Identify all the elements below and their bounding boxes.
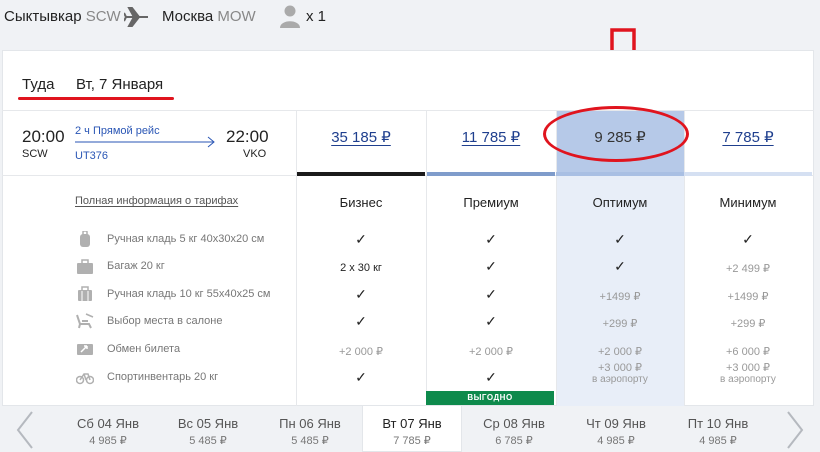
flight-arrow-icon xyxy=(75,136,215,148)
origin-city: Сыктывкар xyxy=(4,8,82,25)
sport-price-optimum: +3 000 ₽ xyxy=(597,362,642,374)
plane-icon xyxy=(124,7,148,27)
feature-value: +1499 ₽ xyxy=(727,291,769,303)
sport-note-minimum: в аэропорту xyxy=(720,374,776,385)
feature-value: ✓ xyxy=(485,369,497,385)
date-price: 6 785 ₽ xyxy=(495,435,533,447)
minimum-bar xyxy=(684,172,812,176)
feature-value: +299 ₽ xyxy=(602,318,638,330)
feature-value: 2 x 30 кг xyxy=(340,262,382,274)
feature-value: ✓ xyxy=(485,286,497,302)
feature-label: Обмен билета xyxy=(107,343,181,355)
bicycle-icon xyxy=(76,373,94,385)
feature-value: ✓ xyxy=(485,258,497,274)
full-info-link[interactable]: Полная информация о тарифах xyxy=(75,195,238,207)
feature-value: ✓ xyxy=(614,231,626,247)
feature-value: +299 ₽ xyxy=(730,318,766,330)
date-item[interactable]: Пн 06 Янв 5 485 ₽ xyxy=(260,406,360,452)
feature-label: Ручная кладь 5 кг 40x30x20 см xyxy=(107,233,265,245)
feature-value: ✓ xyxy=(355,369,367,385)
best-value-badge: ВЫГОДНО xyxy=(426,391,554,405)
date-label: Пт 10 Янв xyxy=(687,416,749,431)
tariff-name-optimum: Оптимум xyxy=(592,195,648,210)
arrival-airport: VKO xyxy=(243,148,267,160)
date-price: 4 985 ₽ xyxy=(89,435,127,447)
date-label: Ср 08 Янв xyxy=(483,416,545,431)
feature-value: ✓ xyxy=(355,286,367,302)
departure-airport: SCW xyxy=(22,148,48,160)
date-item[interactable]: Пт 10 Янв 4 985 ₽ xyxy=(668,406,768,452)
direction-tab[interactable]: Туда xyxy=(22,76,54,93)
person-icon xyxy=(280,5,300,28)
feature-label: Выбор места в салоне xyxy=(107,315,223,327)
suitcase-icon xyxy=(78,286,92,301)
date-price: 5 485 ₽ xyxy=(189,435,227,447)
feature-value: +6 000 ₽ xyxy=(725,346,770,358)
feature-value: ✓ xyxy=(614,258,626,274)
date-price: 4 985 ₽ xyxy=(699,435,737,447)
date-price: 7 785 ₽ xyxy=(393,435,431,447)
feature-value: +2 499 ₽ xyxy=(725,263,770,275)
destination-city: Москва xyxy=(162,8,214,25)
feature-value: +3 000 ₽ в аэропорту xyxy=(684,362,812,386)
origin-code: SCW xyxy=(85,8,121,25)
date-label: Чт 09 Янв xyxy=(586,416,646,431)
date-item[interactable]: Чт 09 Янв 4 985 ₽ xyxy=(566,406,666,452)
feature-label: Спортинвентарь 20 кг xyxy=(107,371,219,383)
feature-value: ✓ xyxy=(355,313,367,329)
feature-value: ✓ xyxy=(355,231,367,247)
tariff-name-minimum: Минимум xyxy=(719,195,777,210)
chevron-right-icon[interactable] xyxy=(784,410,806,450)
feature-label: Багаж 20 кг xyxy=(107,260,165,272)
direction-date: Вт, 7 Января xyxy=(76,76,164,93)
selection-circle-annotation xyxy=(543,106,689,162)
date-label: Пн 06 Янв xyxy=(279,416,341,431)
price-business[interactable]: 35 185 ₽ xyxy=(297,128,425,146)
price-premium[interactable]: 11 785 ₽ xyxy=(427,128,555,146)
date-item[interactable]: Сб 04 Янв 4 985 ₽ xyxy=(58,406,158,452)
premium-bar xyxy=(427,172,555,176)
destination: Москва MOW xyxy=(162,8,256,25)
feature-value: +1499 ₽ xyxy=(599,291,641,303)
date-label: Вт 07 Янв xyxy=(382,416,442,431)
optimum-bar xyxy=(556,172,684,176)
passenger-count[interactable]: x 1 xyxy=(306,8,326,25)
direction-underline xyxy=(18,97,174,100)
tariff-name-business: Бизнес xyxy=(339,195,383,210)
exchange-icon xyxy=(77,344,93,355)
destination-code: MOW xyxy=(217,8,256,25)
feature-value: ✓ xyxy=(485,231,497,247)
route-header: Сыктывкар SCW Москва MOW x 1 xyxy=(0,0,820,36)
origin: Сыктывкар SCW xyxy=(4,8,121,25)
chevron-left-icon[interactable] xyxy=(14,410,36,450)
feature-value: ✓ xyxy=(742,231,754,247)
date-price: 5 485 ₽ xyxy=(291,435,329,447)
feature-value: +2 000 ₽ xyxy=(597,346,642,358)
date-label: Сб 04 Янв xyxy=(77,416,139,431)
baggage-icon xyxy=(77,259,93,274)
feature-value: ✓ xyxy=(485,313,497,329)
date-item-selected[interactable]: Вт 07 Янв 7 785 ₽ xyxy=(362,406,462,452)
departure-time: 20:00 xyxy=(22,127,65,146)
column-separator xyxy=(684,110,685,406)
date-item[interactable]: Вс 05 Янв 5 485 ₽ xyxy=(158,406,258,452)
backpack-icon xyxy=(80,231,90,247)
arrival-time: 22:00 xyxy=(226,127,269,146)
flight-number[interactable]: UT376 xyxy=(75,150,108,162)
date-price: 4 985 ₽ xyxy=(597,435,635,447)
feature-value: +2 000 ₽ xyxy=(468,346,513,358)
divider xyxy=(2,110,814,111)
feature-value: +2 000 ₽ xyxy=(338,346,383,358)
date-label: Вс 05 Янв xyxy=(177,416,239,431)
sport-price-minimum: +3 000 ₽ xyxy=(725,362,770,374)
price-minimum[interactable]: 7 785 ₽ xyxy=(684,128,812,146)
feature-label: Ручная кладь 10 кг 55x40x25 см xyxy=(107,288,271,300)
sport-note-optimum: в аэропорту xyxy=(592,374,648,385)
tariff-name-premium: Премиум xyxy=(463,195,519,210)
business-bar xyxy=(297,172,425,176)
date-item[interactable]: Ср 08 Янв 6 785 ₽ xyxy=(464,406,564,452)
seat-icon xyxy=(76,313,94,329)
feature-value: +3 000 ₽ в аэропорту xyxy=(556,362,684,386)
column-separator xyxy=(296,110,297,406)
